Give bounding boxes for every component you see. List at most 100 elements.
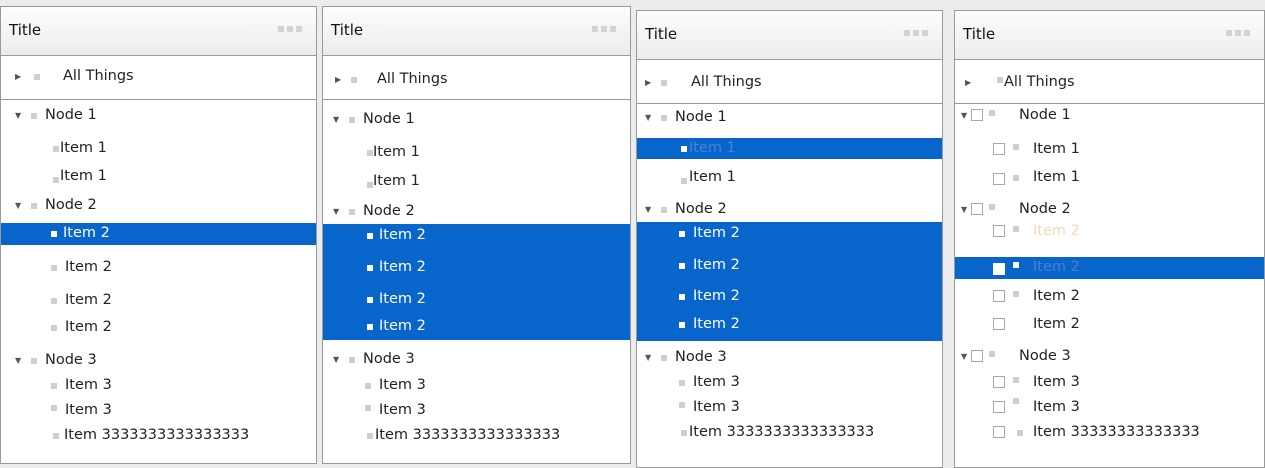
tree-item-selected[interactable]: Item 2	[323, 225, 630, 247]
triangle-right-icon[interactable]: ▶	[335, 75, 341, 84]
tree-node-1[interactable]: ▼ Node 1	[1, 105, 316, 127]
tree-item[interactable]: Item 1	[1, 138, 316, 160]
tree-node-2[interactable]: ▼ Node 2	[1, 195, 316, 217]
checkbox-icon[interactable]	[993, 376, 1005, 388]
drag-grip-icon[interactable]	[278, 26, 302, 32]
tree-item-selected[interactable]: Item 2	[955, 257, 1264, 279]
panel-titlebar[interactable]: Title	[955, 11, 1264, 60]
tree-node-3[interactable]: ▼ Node 3	[637, 347, 942, 369]
triangle-down-icon[interactable]: ▼	[961, 111, 967, 120]
checkbox-icon[interactable]	[993, 263, 1005, 275]
tree-item[interactable]: Item 3	[637, 397, 942, 419]
tree-item-selected[interactable]: Item 2	[637, 223, 942, 245]
tree-node-label: Node 2	[675, 201, 727, 217]
checkbox-icon[interactable]	[971, 350, 983, 362]
checkbox-icon[interactable]	[993, 290, 1005, 302]
tree-item[interactable]: Item 3	[955, 372, 1264, 394]
drag-grip-icon[interactable]	[904, 30, 928, 36]
checkbox-icon[interactable]	[971, 203, 983, 215]
tree-item[interactable]: Item 1	[955, 139, 1264, 161]
tree-item[interactable]: Item 1	[955, 167, 1264, 189]
tree-item[interactable]: Item 3333333333333333	[1, 425, 316, 447]
checkbox-icon[interactable]	[993, 225, 1005, 237]
square-bullet-icon	[679, 231, 685, 237]
checkbox-icon[interactable]	[993, 426, 1005, 438]
panel-titlebar[interactable]: Title	[323, 7, 630, 56]
tree-item[interactable]: Item 3	[1, 400, 316, 422]
square-bullet-icon	[349, 357, 355, 363]
tree-item-selected[interactable]: Item 2	[637, 314, 942, 336]
tree-node-1[interactable]: ▼ Node 1	[323, 109, 630, 131]
triangle-down-icon[interactable]: ▼	[333, 115, 339, 124]
triangle-down-icon[interactable]: ▼	[645, 353, 651, 362]
tree-item-selected[interactable]: Item 2	[637, 255, 942, 277]
tree-item-selected[interactable]: Item 2	[323, 257, 630, 279]
tree-item-selected[interactable]: Item 2	[637, 286, 942, 308]
triangle-down-icon[interactable]: ▼	[15, 111, 21, 120]
panel-titlebar[interactable]: Title	[637, 11, 942, 60]
tree-item[interactable]: Item 1	[323, 142, 630, 164]
tree-item[interactable]: Item 3	[323, 400, 630, 422]
checkbox-icon[interactable]	[993, 173, 1005, 185]
triangle-down-icon[interactable]: ▼	[15, 201, 21, 210]
checkbox-icon[interactable]	[993, 143, 1005, 155]
tree-node-2[interactable]: ▼ Node 2	[955, 199, 1264, 221]
tree-item-selected[interactable]: Item 2	[1, 223, 316, 245]
triangle-down-icon[interactable]: ▼	[645, 113, 651, 122]
tree-item[interactable]: Item 2	[1, 257, 316, 279]
tree-item[interactable]: Item 2	[955, 314, 1264, 336]
tree-item[interactable]: Item 1	[637, 167, 942, 189]
triangle-down-icon[interactable]: ▼	[333, 355, 339, 364]
tree-item-label: Item 2	[379, 318, 426, 334]
triangle-right-icon[interactable]: ▶	[645, 78, 651, 87]
tree-item[interactable]: Item 3333333333333333	[323, 425, 630, 447]
drag-grip-icon[interactable]	[1226, 30, 1250, 36]
triangle-down-icon[interactable]: ▼	[961, 352, 967, 361]
tree-item[interactable]: Item 1	[323, 171, 630, 193]
square-bullet-icon	[51, 231, 57, 237]
tree-node-1[interactable]: ▼ Node 1	[955, 105, 1264, 127]
tree-item[interactable]: Item 1	[1, 166, 316, 188]
tree-root-row[interactable]: ▶ All Things	[637, 59, 942, 104]
tree-node-3[interactable]: ▼ Node 3	[323, 349, 630, 371]
tree-node-2[interactable]: ▼ Node 2	[637, 199, 942, 221]
tree-item[interactable]: Item 3	[323, 375, 630, 397]
tree-item[interactable]: Item 2	[955, 286, 1264, 308]
panel-titlebar[interactable]: Title	[1, 7, 316, 56]
tree-root-row[interactable]: ▶ All Things	[1, 55, 316, 100]
triangle-down-icon[interactable]: ▼	[333, 207, 339, 216]
tree-node-1[interactable]: ▼ Node 1	[637, 107, 942, 129]
tree-item[interactable]: Item 3	[955, 397, 1264, 419]
tree-item-selected[interactable]: Item 2	[323, 289, 630, 311]
triangle-down-icon[interactable]: ▼	[645, 205, 651, 214]
triangle-right-icon[interactable]: ▶	[965, 78, 971, 87]
tree-root-row[interactable]: ▶ All Things	[323, 55, 630, 100]
triangle-down-icon[interactable]: ▼	[15, 356, 21, 365]
tree-node-label: Node 1	[363, 111, 415, 127]
tree-node-3[interactable]: ▼ Node 3	[955, 346, 1264, 368]
triangle-right-icon[interactable]: ▶	[15, 72, 21, 81]
tree-item-selected[interactable]: Item 2	[323, 316, 630, 338]
tree-node-3[interactable]: ▼ Node 3	[1, 350, 316, 372]
tree-root-row[interactable]: ▶ All Things	[955, 59, 1264, 104]
tree-item[interactable]: Item 33333333333333	[955, 422, 1264, 444]
tree-node-label: Node 2	[45, 197, 97, 213]
tree-item[interactable]: Item 3333333333333333	[637, 422, 942, 444]
tree-item-selected[interactable]: Item 1	[637, 138, 942, 159]
tree-root-label: All Things	[63, 68, 134, 84]
tree-item-label: Item 3	[379, 402, 426, 418]
checkbox-icon[interactable]	[993, 401, 1005, 413]
tree-item[interactable]: Item 2	[1, 290, 316, 312]
tree-item[interactable]: Item 2	[1, 317, 316, 339]
tree-item[interactable]: Item 2	[955, 221, 1264, 243]
triangle-down-icon[interactable]: ▼	[961, 205, 967, 214]
checkbox-icon[interactable]	[993, 318, 1005, 330]
tree-panel-2: Title ▶ All Things ▼ Node 1 Item 1 Item …	[322, 6, 631, 464]
square-bullet-icon	[1013, 226, 1019, 232]
tree-node-2[interactable]: ▼ Node 2	[323, 201, 630, 223]
square-bullet-icon	[367, 265, 373, 271]
checkbox-icon[interactable]	[971, 109, 983, 121]
drag-grip-icon[interactable]	[592, 26, 616, 32]
tree-item[interactable]: Item 3	[1, 375, 316, 397]
tree-item[interactable]: Item 3	[637, 372, 942, 394]
